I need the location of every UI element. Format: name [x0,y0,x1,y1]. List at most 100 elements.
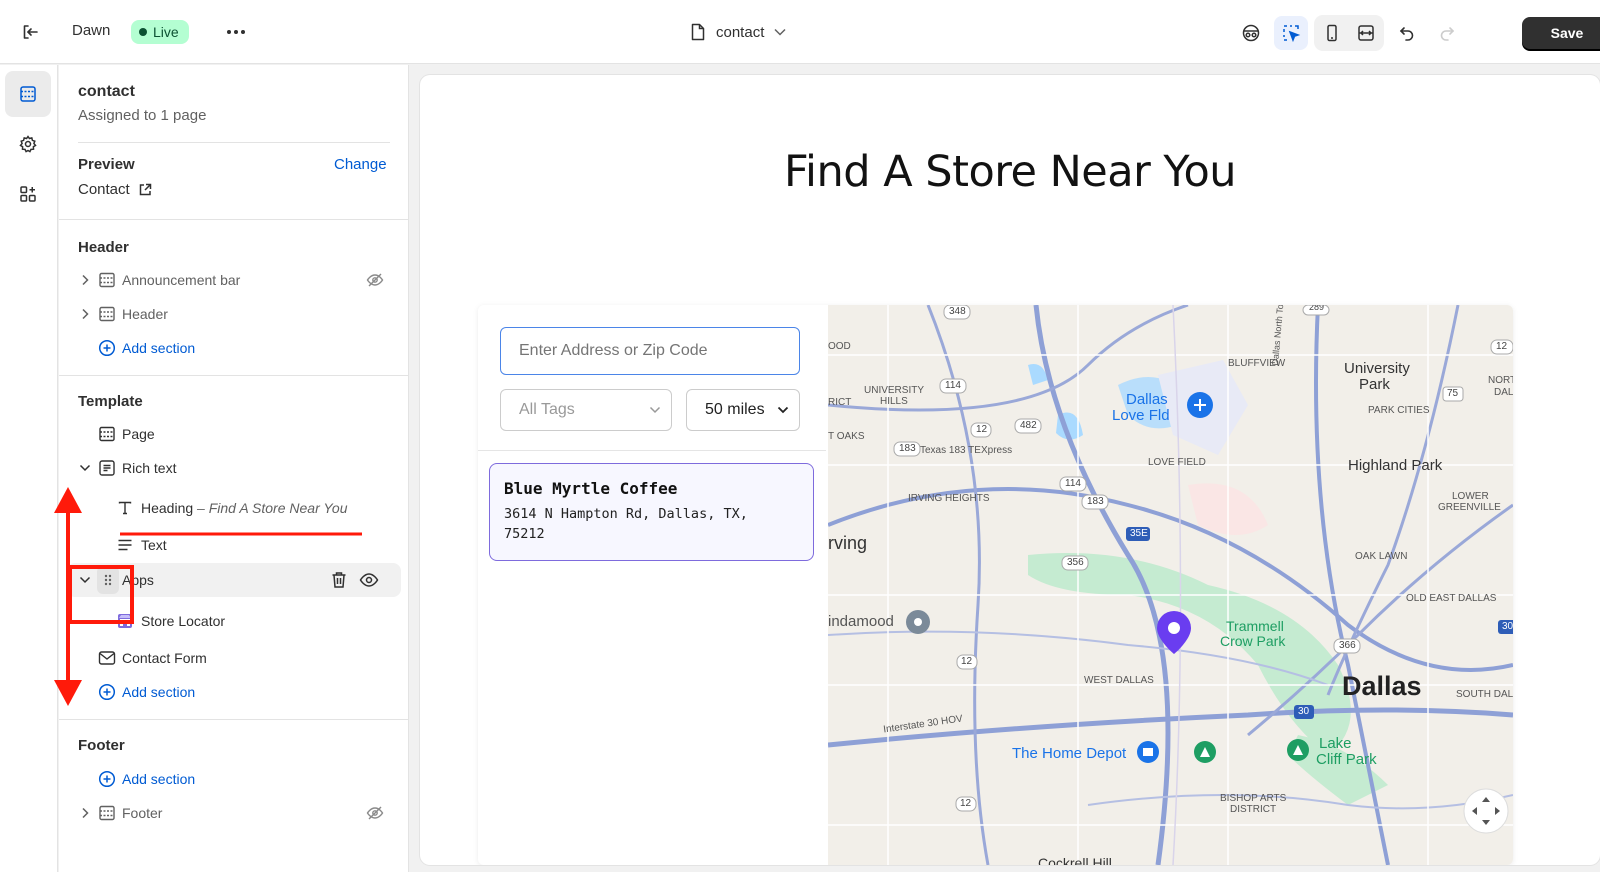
road-shield: 12 [1496,341,1508,352]
map-label: Park [1359,376,1390,393]
chevron-right-icon[interactable] [77,306,93,322]
template-assignment: Assigned to 1 page [78,107,207,124]
delete-icon[interactable] [329,570,349,590]
undo-icon[interactable] [1390,16,1424,50]
hidden-eye-icon[interactable] [365,803,385,823]
road-shield: 30 [1298,706,1310,717]
map-label: PARK CITIES [1368,405,1430,416]
map-label: Trammell [1226,618,1284,634]
map-label: RICT [828,397,852,408]
drag-handle-icon[interactable] [97,566,119,594]
plus-circle-icon [97,682,117,702]
add-section-footer[interactable]: Add section [59,762,409,796]
sidebar-item-text[interactable]: Text [59,528,409,562]
map-label: HILLS [880,396,908,407]
inspector-icon[interactable] [1234,16,1268,50]
divider [59,219,409,220]
add-section-template[interactable]: Add section [59,675,409,709]
visibility-eye-icon[interactable] [359,570,379,590]
theme-name[interactable]: Dawn [72,22,110,39]
save-button[interactable]: Save [1522,17,1600,49]
sidebar-item-contact-form[interactable]: Contact Form [59,641,409,675]
change-preview-link[interactable]: Change [334,156,387,173]
sidebar-item-label: Text [141,537,167,553]
store-result-card[interactable]: Blue Myrtle Coffee 3614 N Hampton Rd, Da… [489,463,814,561]
distance-select[interactable]: 50 miles [686,389,800,431]
divider [78,142,390,143]
sidebar-item-rich-text[interactable]: Rich text [59,451,409,485]
plus-circle-icon [97,338,117,358]
tags-select-value: All Tags [519,401,575,418]
live-badge: Live [131,20,189,44]
redo-icon[interactable] [1430,16,1464,50]
section-icon [97,304,117,324]
app-embeds-icon[interactable] [5,171,51,217]
map-label: GREENVILLE [1438,502,1501,513]
more-actions-icon[interactable] [224,20,248,44]
sidebar-item-heading[interactable]: Heading – Find A Store Near You [59,491,409,525]
store-locator: All Tags 50 miles Blue Myrtle Coffee 361… [478,305,1513,865]
map-label: rving [828,533,868,553]
page-selector[interactable]: contact [690,20,786,44]
road-shield: 183 [1087,496,1104,507]
map-label: Cliff Park [1316,751,1377,768]
map-label: LOWER [1452,491,1489,502]
mobile-view-icon[interactable] [1316,17,1348,49]
theme-settings-icon[interactable] [5,121,51,167]
road-shield: 35E [1130,528,1148,539]
road-shield: 75 [1447,388,1459,399]
road-shield: 348 [949,306,966,317]
heading-value: – Find A Store Near You [197,500,348,516]
map-label: Cockrell Hill [1038,855,1112,865]
preview-value[interactable]: Contact [78,181,152,198]
sidebar-item-footer[interactable]: Footer [59,796,409,830]
road-shield: 12 [961,656,973,667]
sections-icon[interactable] [5,71,51,117]
store-name: Blue Myrtle Coffee [504,479,678,498]
select-mode-icon[interactable] [1274,16,1308,50]
section-icon [97,424,117,444]
store-locator-app-icon [115,611,135,631]
map-label: Highland Park [1348,457,1443,474]
chevron-right-icon[interactable] [77,805,93,821]
map-label: NORTH [1488,375,1513,386]
map-label: Lake [1319,735,1352,752]
live-badge-label: Live [153,24,179,40]
sidebar-item-apps[interactable]: Apps [67,563,401,597]
template-group-title: Template [78,393,143,410]
hidden-eye-icon[interactable] [365,270,385,290]
page-heading[interactable]: Find A Store Near You [420,147,1600,197]
sidebar-item-header[interactable]: Header [59,297,409,331]
chevron-right-icon[interactable] [77,272,93,288]
road-shield: 356 [1067,557,1084,568]
exit-icon[interactable] [18,20,42,44]
sidebar-item-store-locator[interactable]: Store Locator [59,604,409,638]
store-map[interactable]: OOD RICT T OAKS UNIVERSITY HILLS Dallas … [828,305,1513,865]
store-address: 3614 N Hampton Rd, Dallas, TX, 75212 [504,504,799,544]
section-icon [97,270,117,290]
chevron-down-icon[interactable] [77,572,93,588]
map-label: OLD EAST DALLAS [1406,593,1497,604]
add-section-header[interactable]: Add section [59,331,409,365]
map-label: OOD [828,341,851,352]
section-icon [97,803,117,823]
map-label: LOVE FIELD [1148,457,1206,468]
sidebar-item-announcement-bar[interactable]: Announcement bar [59,263,409,297]
tags-select[interactable]: All Tags [500,389,672,431]
road-shield: 12 [960,798,972,809]
plus-circle-icon [97,769,117,789]
map-label: Crow Park [1220,633,1286,649]
store-address-line2: 75212 [504,526,545,542]
top-bar: Dawn Live contact Save [0,0,1600,131]
sidebar-item-label: Contact Form [122,650,207,666]
header-group-title: Header [78,239,129,256]
full-width-view-icon[interactable] [1350,17,1382,49]
address-search-input[interactable] [500,327,800,375]
road-shield: 482 [1020,420,1037,431]
map-label: UNIVERSITY [864,385,925,396]
sidebar-item-page[interactable]: Page [59,417,409,451]
sidebar-item-label: Store Locator [141,613,226,629]
map-label: Dallas [1342,671,1422,701]
chevron-down-icon[interactable] [77,460,93,476]
footer-group-title: Footer [78,737,125,754]
